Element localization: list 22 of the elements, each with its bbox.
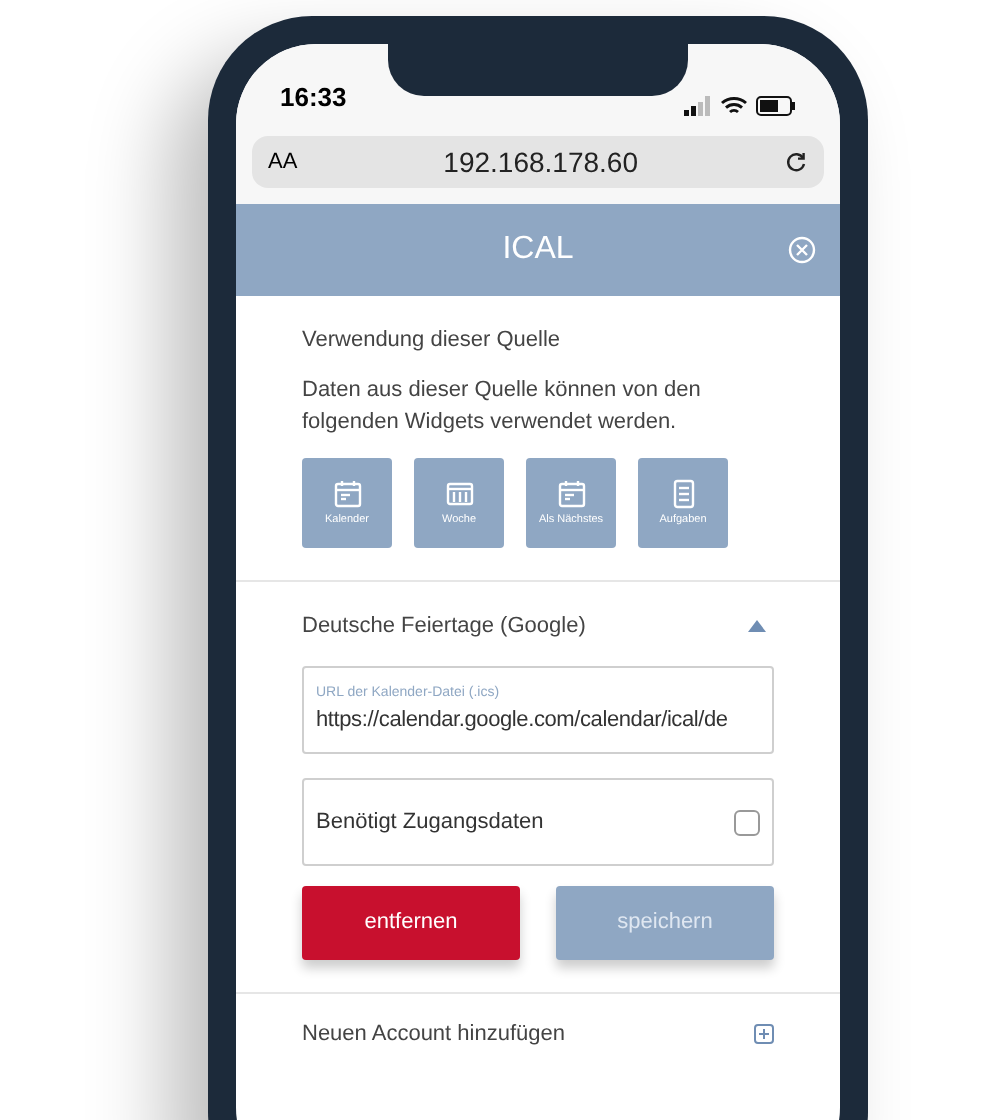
calendar-icon	[331, 477, 363, 510]
reload-icon[interactable]	[783, 150, 808, 174]
add-account-row[interactable]: Neuen Account hinzufügen	[236, 994, 840, 1051]
wifi-icon	[720, 96, 748, 116]
plus-icon	[754, 1024, 774, 1045]
week-grid-icon	[443, 477, 475, 510]
checkbox[interactable]	[734, 809, 760, 835]
close-icon[interactable]	[788, 236, 816, 264]
usage-description: Daten aus dieser Quelle können von den folgenden Widgets verwendet werden.	[302, 375, 703, 437]
status-time: 16:33	[280, 79, 347, 115]
usage-title: Verwendung dieser Quelle	[302, 326, 563, 356]
credentials-row[interactable]: Benötigt Zugangsdaten	[302, 778, 774, 866]
text-size-button[interactable]: AA	[268, 145, 298, 179]
signal-icon	[684, 96, 712, 116]
address-text: 192.168.178.60	[443, 143, 638, 181]
address-bar[interactable]: AA 192.168.178.60	[252, 136, 824, 188]
calendar-icon	[555, 477, 587, 510]
remove-button[interactable]: entfernen	[302, 886, 520, 960]
source-header[interactable]: Deutsche Feiertage (Google)	[302, 609, 774, 642]
header-title: ICAL	[502, 230, 574, 270]
url-field-value: https://calendar.google.com/calendar/ical/de	[316, 705, 730, 736]
battery-icon	[756, 96, 796, 116]
